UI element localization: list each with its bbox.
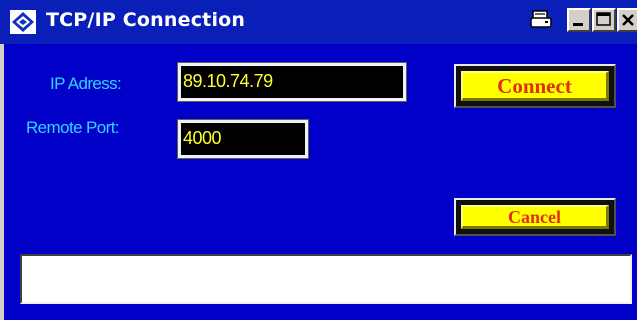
remote-port-input[interactable]: 4000 — [177, 119, 309, 159]
connect-button[interactable]: Connect — [454, 64, 616, 108]
rs-diamond-icon — [10, 10, 36, 34]
ip-address-input[interactable]: 89.10.74.79 — [177, 62, 407, 102]
minimize-icon — [573, 23, 583, 26]
remote-port-label: Remote Port: — [26, 118, 120, 137]
connect-button-label: Connect — [461, 71, 609, 101]
window-title: TCP/IP Connection — [46, 9, 246, 31]
close-icon — [622, 14, 634, 26]
close-button[interactable] — [617, 8, 637, 32]
status-field — [20, 254, 632, 304]
print-icon — [530, 10, 552, 28]
minimize-button[interactable] — [567, 8, 591, 32]
cancel-button[interactable]: Cancel — [454, 198, 616, 236]
title-bar[interactable]: TCP/IP Connection — [0, 0, 637, 44]
maximize-button[interactable] — [592, 8, 616, 32]
maximize-icon — [596, 12, 611, 26]
ip-address-label: IP Adress: — [50, 74, 122, 93]
print-button[interactable] — [530, 8, 552, 32]
tcpip-connection-window: TCP/IP Connection IP Adress: 89.10.74.79… — [0, 0, 637, 320]
cancel-button-label: Cancel — [461, 205, 609, 229]
